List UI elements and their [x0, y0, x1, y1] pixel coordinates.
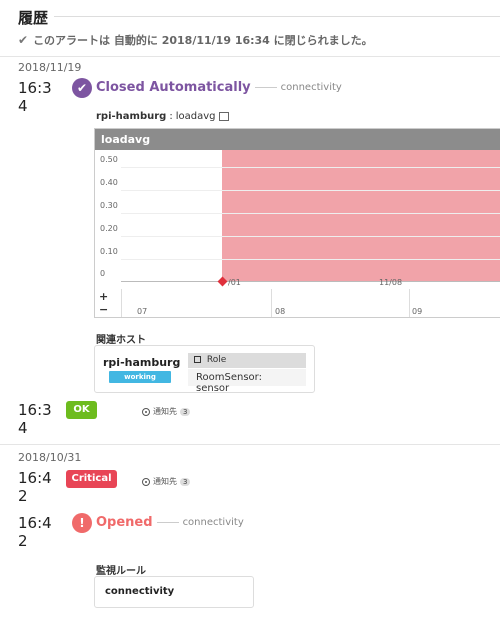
y-tick-label: 0.10	[100, 247, 118, 256]
x-tick-label: /01	[228, 278, 241, 287]
y-tick-label: 0	[100, 269, 106, 278]
graph-metric-name: loadavg	[175, 111, 216, 122]
status-badge-critical: Critical	[66, 470, 117, 488]
group-date: 2018/10/31	[18, 451, 82, 464]
group-divider	[0, 444, 500, 445]
closed-message-text: このアラートは 自動的に 2018/11/19 16:34 に閉じられました。	[33, 34, 373, 47]
loadavg-graph[interactable]: loadavg 0.50 0.40 0.30 0.20 0.10 0 /01 1…	[94, 128, 500, 318]
related-hosts-label: 関連ホスト	[96, 335, 146, 346]
event-time: 16:42	[18, 469, 52, 505]
y-tick-label: 0.20	[100, 224, 118, 233]
graph-host-name[interactable]: rpi-hamburg	[96, 111, 166, 122]
zoom-in-button[interactable]: +	[99, 290, 108, 303]
event-time: 16:34	[18, 79, 52, 115]
role-value[interactable]: RoomSensor: sensor	[188, 369, 306, 394]
opened-event-header: Opened connectivity	[96, 515, 244, 530]
event-time: 16:42	[18, 514, 52, 550]
zoom-out-button[interactable]: −	[99, 303, 108, 316]
x-tick-label: 08	[275, 307, 286, 316]
notify-info[interactable]: 通知先 3	[142, 476, 191, 487]
notify-label: 通知先	[153, 407, 177, 416]
check-icon: ✔	[18, 33, 29, 47]
closed-event-header: Closed Automatically connectivity	[96, 80, 342, 95]
monitor-rule-label: 監視ルール	[96, 566, 146, 577]
graph-host-line: rpi-hamburg : loadavg	[96, 111, 230, 122]
x-tick-label: 07	[137, 307, 148, 316]
role-header: Role	[188, 353, 306, 368]
y-tick-label: 0.50	[100, 155, 118, 164]
y-tick-label: 0.40	[100, 178, 118, 187]
role-header-label: Role	[206, 355, 227, 365]
rule-link[interactable]: connectivity	[183, 517, 244, 528]
monitor-rule-name: connectivity	[105, 586, 175, 597]
group-divider	[0, 56, 500, 57]
expand-icon[interactable]	[219, 112, 230, 121]
alert-period-band	[222, 150, 500, 281]
status-badge-ok: OK	[66, 401, 97, 419]
eye-icon	[142, 407, 150, 416]
notify-info[interactable]: 通知先 3	[142, 406, 191, 417]
notify-count: 3	[180, 407, 191, 416]
x-tick-label: 09	[412, 307, 423, 316]
y-tick-label: 0.30	[100, 201, 118, 210]
group-date: 2018/11/19	[18, 61, 82, 74]
check-circle-icon: ✔	[72, 78, 92, 98]
event-title: Opened	[96, 515, 153, 530]
monitor-rule-card[interactable]: connectivity	[94, 576, 254, 608]
notify-label: 通知先	[153, 477, 177, 486]
event-time: 16:34	[18, 401, 52, 437]
related-host-card: rpi-hamburg working Role RoomSensor: sen…	[94, 345, 315, 394]
history-title: 履歴	[18, 9, 49, 27]
related-host-name[interactable]: rpi-hamburg	[103, 356, 180, 369]
event-title: Closed Automatically	[96, 80, 251, 95]
x-tick-label: 11/08	[379, 278, 403, 287]
notify-count: 3	[180, 477, 191, 486]
host-status-badge: working	[109, 371, 171, 383]
graph-title: loadavg	[95, 129, 500, 150]
header-divider	[54, 16, 500, 17]
closed-message: ✔ このアラートは 自動的に 2018/11/19 16:34 に閉じられました…	[18, 32, 373, 48]
rule-link[interactable]: connectivity	[281, 82, 342, 93]
warning-icon: !	[72, 513, 92, 533]
eye-icon	[142, 477, 150, 486]
role-icon	[194, 356, 201, 363]
